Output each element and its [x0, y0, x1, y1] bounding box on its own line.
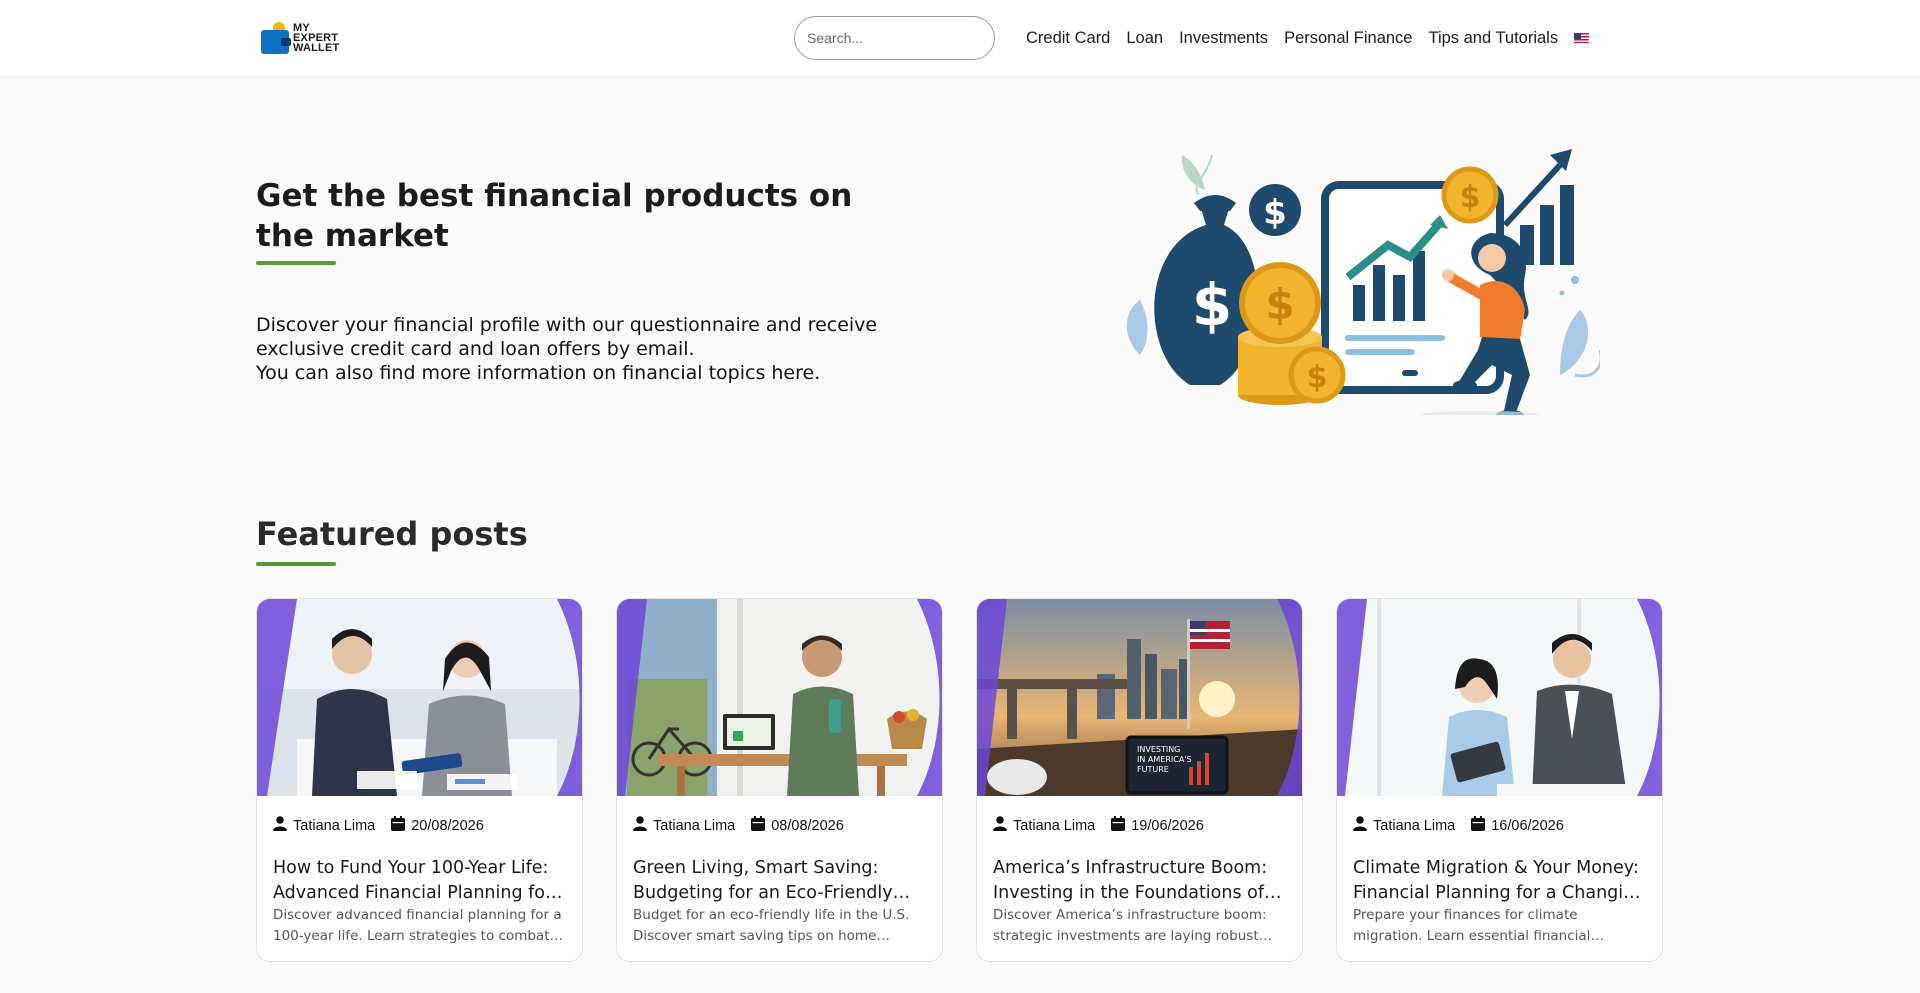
post-excerpt: Prepare your finances for climate migrat… — [1353, 907, 1591, 944]
nav-investments[interactable]: Investments — [1179, 29, 1268, 48]
post-card[interactable]: Tatiana Lima 20/08/2026 How to Fund Your… — [256, 598, 583, 962]
post-author: Tatiana Lima — [1373, 817, 1456, 834]
post-date: 08/08/2026 — [771, 817, 844, 834]
hero-title: Get the best financial products on the m… — [256, 178, 853, 254]
post-date: 19/06/2026 — [1131, 817, 1204, 834]
post-author: Tatiana Lima — [1013, 817, 1096, 834]
wallet-logo-icon — [261, 22, 291, 54]
post-title[interactable]: How to Fund Your 100-Year Life: Advanced… — [273, 856, 568, 906]
featured-posts-title: Featured posts — [256, 515, 528, 553]
post-meta: Tatiana Lima 16/06/2026 — [1353, 816, 1564, 835]
calendar-icon — [1111, 816, 1126, 835]
user-icon — [633, 816, 647, 835]
user-icon — [1353, 816, 1367, 835]
post-excerpt: Budget for an eco-friendly life in the U… — [633, 907, 910, 944]
post-title[interactable]: Green Living, Smart Saving: Budgeting fo… — [633, 856, 928, 906]
post-image[interactable] — [257, 599, 582, 796]
post-author: Tatiana Lima — [293, 817, 376, 834]
svg-text:FUTURE: FUTURE — [1137, 765, 1169, 774]
post-title[interactable]: Climate Migration & Your Money: Financia… — [1353, 856, 1648, 906]
hero-illustration: $ $ $ $ $ — [1120, 125, 1603, 420]
post-excerpt: Discover advanced financial planning for… — [273, 907, 562, 944]
svg-text:$: $ — [1307, 360, 1328, 395]
hero-title-underline — [256, 261, 336, 265]
calendar-icon — [751, 816, 766, 835]
svg-text:INVESTING: INVESTING — [1137, 745, 1180, 754]
logo-text: MY EXPERT WALLET — [293, 22, 340, 54]
nav-credit-card[interactable]: Credit Card — [1026, 29, 1110, 48]
nav-personal-finance[interactable]: Personal Finance — [1284, 29, 1412, 48]
hero-description: Discover your financial profile with our… — [256, 313, 916, 385]
post-meta: Tatiana Lima 19/06/2026 — [993, 816, 1204, 835]
svg-text:$: $ — [1192, 271, 1232, 339]
post-title[interactable]: America’s Infrastructure Boom: Investing… — [993, 856, 1288, 906]
featured-title-underline — [256, 562, 336, 566]
hero-description-line: You can also find more information on fi… — [256, 362, 821, 384]
search-input[interactable] — [794, 16, 995, 60]
post-image[interactable] — [617, 599, 942, 796]
post-excerpt: Discover America’s infrastructure boom: … — [993, 907, 1267, 944]
post-date: 16/06/2026 — [1491, 817, 1564, 834]
nav-loan[interactable]: Loan — [1126, 29, 1163, 48]
post-date: 20/08/2026 — [411, 817, 484, 834]
user-icon — [273, 816, 287, 835]
site-logo[interactable]: MY EXPERT WALLET — [261, 20, 339, 56]
site-header: MY EXPERT WALLET Credit Card Loan Invest… — [0, 0, 1920, 76]
post-image[interactable] — [1337, 599, 1662, 796]
svg-text:IN AMERICA'S: IN AMERICA'S — [1137, 755, 1192, 764]
post-author: Tatiana Lima — [653, 817, 736, 834]
main-nav: Credit Card Loan Investments Personal Fi… — [1026, 0, 1590, 76]
calendar-icon — [1471, 816, 1486, 835]
post-card[interactable]: INVESTING IN AMERICA'S FUTURE Tatiana Li… — [976, 598, 1303, 962]
svg-text:$: $ — [1460, 180, 1481, 215]
post-card[interactable]: Tatiana Lima 16/06/2026 Climate Migratio… — [1336, 598, 1663, 962]
nav-tips-and-tutorials[interactable]: Tips and Tutorials — [1428, 29, 1558, 48]
post-meta: Tatiana Lima 08/08/2026 — [633, 816, 844, 835]
post-meta: Tatiana Lima 20/08/2026 — [273, 816, 484, 835]
post-image[interactable]: INVESTING IN AMERICA'S FUTURE — [977, 599, 1302, 796]
calendar-icon — [391, 816, 406, 835]
svg-text:$: $ — [1263, 193, 1287, 233]
post-card[interactable]: Tatiana Lima 08/08/2026 Green Living, Sm… — [616, 598, 943, 962]
hero-description-line: Discover your financial profile with our… — [256, 314, 878, 360]
svg-text:$: $ — [1265, 280, 1294, 329]
user-icon — [993, 816, 1007, 835]
us-flag-icon[interactable] — [1574, 33, 1590, 43]
